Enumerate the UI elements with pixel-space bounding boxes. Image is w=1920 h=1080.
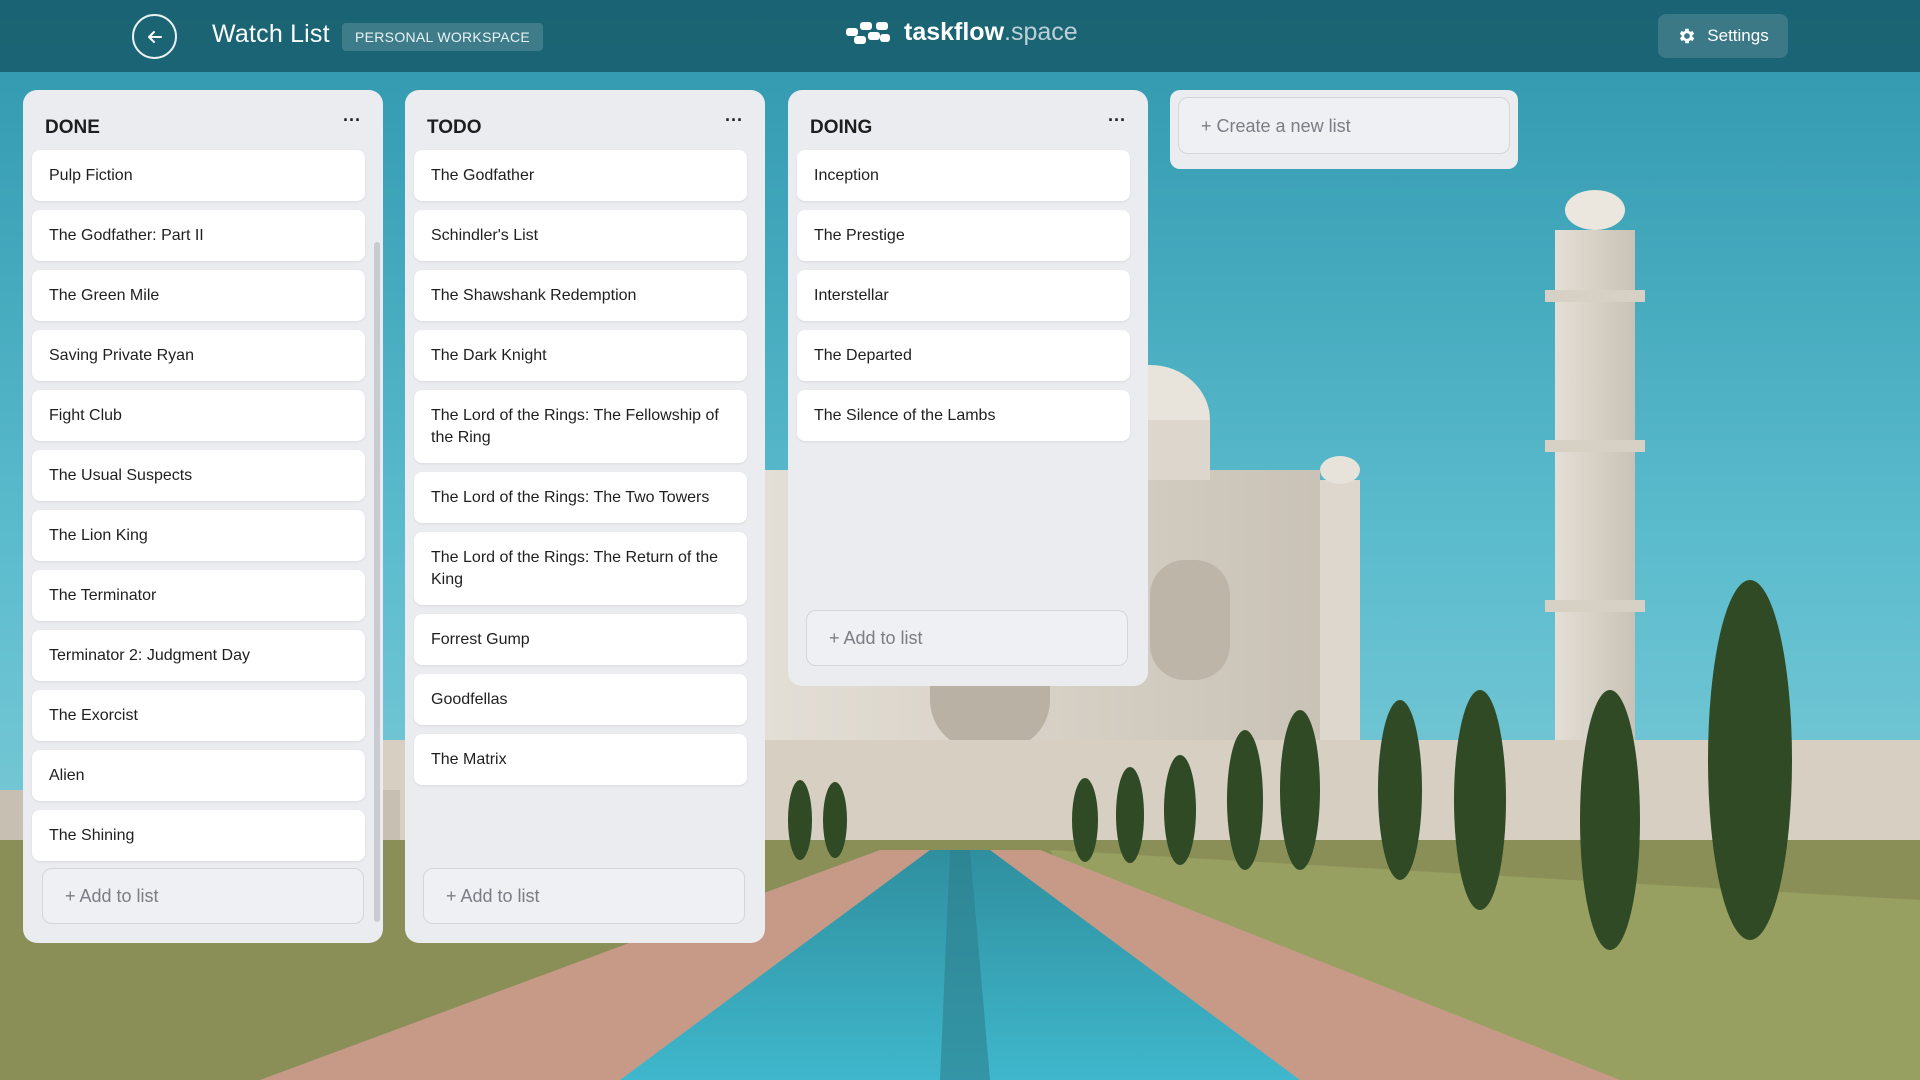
settings-label: Settings [1707,26,1769,45]
taskflow-logo-icon [846,21,890,44]
card-title: The Lion King [49,527,148,544]
list-title: TODO [427,117,482,138]
list-doing: DOING ··· Inception The Prestige Interstel… [788,90,1148,686]
card[interactable]: The Terminator [32,570,365,621]
card[interactable]: The Silence of the Lambs [797,390,1130,441]
card[interactable]: Interstellar [797,270,1130,321]
back-button[interactable] [132,14,177,59]
list-title: DONE [45,117,100,138]
list-header: DOING ··· [788,90,1148,150]
card-title: The Lord of the Rings: The Two Towers [431,489,710,506]
card[interactable]: The Shawshank Redemption [414,270,747,321]
card[interactable]: The Exorcist [32,690,365,741]
card[interactable]: Forrest Gump [414,614,747,665]
card-title: Interstellar [814,287,889,304]
card[interactable]: The Lord of the Rings: The Two Towers [414,472,747,523]
list-menu-button[interactable]: ··· [1108,110,1126,131]
card[interactable]: Schindler's List [414,210,747,261]
card-title: Schindler's List [431,227,539,244]
card[interactable]: Inception [797,150,1130,201]
card-title: Forrest Gump [431,631,530,648]
card[interactable]: The Lord of the Rings: The Fellowship of… [414,390,747,463]
card[interactable]: The Matrix [414,734,747,785]
card-title: The Dark Knight [431,347,547,364]
card-title: The Prestige [814,227,905,244]
card[interactable]: The Usual Suspects [32,450,365,501]
card-title: Alien [49,767,85,784]
workspace-badge: PERSONAL WORKSPACE [342,23,543,51]
add-to-list-button[interactable]: + Add to list [423,868,745,924]
arrow-left-icon [147,30,162,43]
card[interactable]: The Lord of the Rings: The Return of the… [414,532,747,605]
card-title: The Shawshank Redemption [431,287,637,304]
card-title: The Exorcist [49,707,138,724]
top-bar: Watch List PERSONAL WORKSPACE taskflow.s… [0,0,1920,72]
card-title: The Lord of the Rings: The Return of the… [431,549,718,588]
card[interactable]: The Dark Knight [414,330,747,381]
list-header: TODO ··· [405,90,765,150]
add-to-list-button[interactable]: + Add to list [806,610,1128,666]
card-title: The Lord of the Rings: The Fellowship of… [431,407,719,446]
brand-name: taskflow.space [904,18,1078,46]
card-title: The Matrix [431,751,507,768]
board-title: Watch List [212,20,330,48]
card[interactable]: The Departed [797,330,1130,381]
gear-icon [1680,28,1695,44]
settings-button[interactable]: Settings [1658,14,1788,58]
card[interactable]: The Prestige [797,210,1130,261]
card-title: The Usual Suspects [49,467,193,484]
card-title: The Shining [49,827,135,844]
card[interactable]: The Green Mile [32,270,365,321]
card[interactable]: Goodfellas [414,674,747,725]
card-title: The Departed [814,347,912,364]
card[interactable]: Alien [32,750,365,801]
list-menu-button[interactable]: ··· [725,110,743,131]
card-container: Inception The Prestige Interstellar The Dep… [788,150,1148,441]
card-title: Goodfellas [431,691,508,708]
card-title: The Godfather: Part II [49,227,204,244]
list-title: DOING [810,117,873,138]
card[interactable]: Terminator 2: Judgment Day [32,630,365,681]
list-done: DONE ··· Pulp Fiction The Godfather: Part… [23,90,383,943]
card-title: Inception [814,167,879,184]
card[interactable]: Pulp Fiction [32,150,365,201]
card[interactable]: The Shining [32,810,365,861]
create-new-list-button[interactable]: + Create a new list [1178,97,1510,154]
new-list-panel: + Create a new list [1170,90,1518,169]
card[interactable]: The Godfather: Part II [32,210,365,261]
card[interactable]: Saving Private Ryan [32,330,365,381]
brand-logo[interactable]: taskflow.space [846,18,1078,47]
card[interactable]: The Godfather [414,150,747,201]
list-scrollbar[interactable] [374,242,380,922]
card[interactable]: The Lion King [32,510,365,561]
add-to-list-button[interactable]: + Add to list [42,868,364,924]
card-title: The Silence of the Lambs [814,407,996,424]
card-title: Terminator 2: Judgment Day [49,647,250,664]
card-title: The Terminator [49,587,157,604]
list-menu-button[interactable]: ··· [343,110,361,131]
card-container: The Godfather Schindler's List The Shawsha… [405,150,765,785]
card-title: Pulp Fiction [49,167,133,184]
brand-tld: .space [1004,18,1078,46]
card-container: Pulp Fiction The Godfather: Part II The Gr… [23,150,383,861]
card-title: Fight Club [49,407,122,424]
card-title: The Godfather [431,167,535,184]
card-title: The Green Mile [49,287,160,304]
list-todo: TODO ··· The Godfather Schindler's List Th… [405,90,765,943]
list-header: DONE ··· [23,90,383,150]
card[interactable]: Fight Club [32,390,365,441]
card-title: Saving Private Ryan [49,347,194,364]
